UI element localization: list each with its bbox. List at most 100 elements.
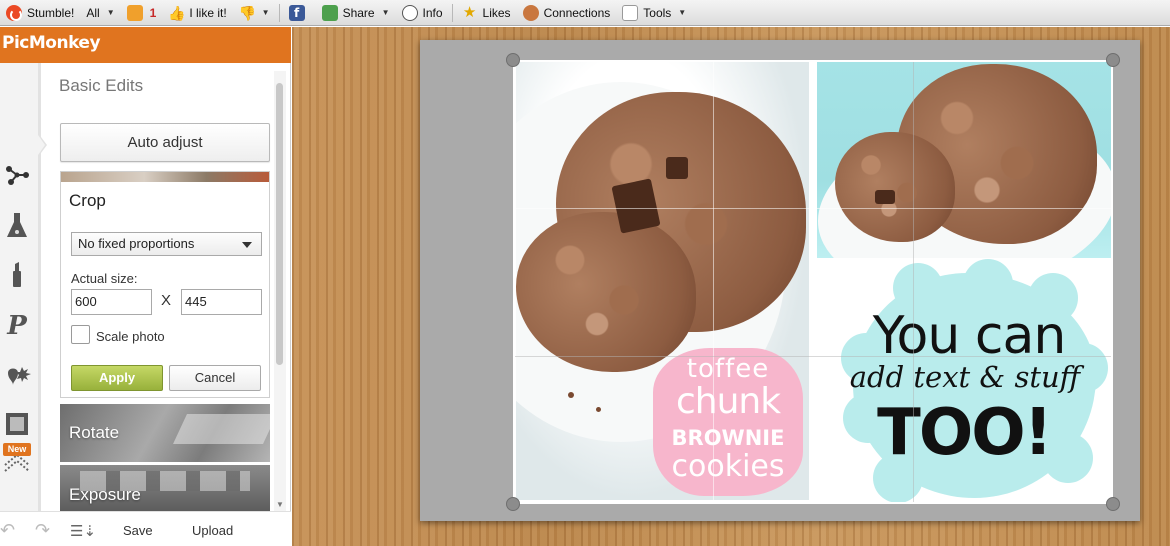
tools-icon <box>622 4 639 21</box>
scale-photo-label: Scale photo <box>96 329 165 344</box>
scallop <box>963 259 1013 309</box>
facebook-button[interactable]: f <box>283 0 316 26</box>
chevron-down-icon: ▼ <box>678 8 687 17</box>
likes-label: Likes <box>482 5 511 20</box>
rotate-label: Rotate <box>69 423 120 442</box>
section-title: Basic Edits <box>59 76 144 95</box>
proportions-value: No fixed proportions <box>78 236 195 251</box>
label-line-toffee: toffee <box>686 354 770 384</box>
redo-icon[interactable]: ↷ <box>35 520 50 541</box>
collage-cell-cookie-small[interactable] <box>817 62 1111 258</box>
connections-button[interactable]: Connections <box>517 0 617 26</box>
potion-icon[interactable] <box>4 211 30 237</box>
width-input[interactable]: 600 <box>71 289 152 315</box>
dislike-dropdown[interactable]: 👎 ▼ <box>233 0 276 26</box>
save-button[interactable]: Save <box>123 523 153 538</box>
info-button[interactable]: Info <box>396 0 449 26</box>
apply-button[interactable]: Apply <box>71 365 163 391</box>
share-icon <box>321 4 338 21</box>
crop-handle-bottom-left[interactable] <box>506 497 520 511</box>
i-like-it-label: I like it! <box>189 5 227 20</box>
label-line-chunk: chunk <box>675 381 781 422</box>
crop-handle-bottom-right[interactable] <box>1106 497 1120 511</box>
exposure-label: Exposure <box>69 485 141 504</box>
height-input[interactable]: 445 <box>181 289 262 315</box>
connections-label: Connections <box>543 5 611 20</box>
thumbs-up-icon: 👍 <box>168 4 186 21</box>
crop-grid-line <box>913 60 914 504</box>
undo-icon[interactable]: ↶ <box>0 520 15 541</box>
scroll-down-arrow-icon[interactable]: ▼ <box>276 500 284 509</box>
crop-title: Crop <box>69 191 106 210</box>
crop-grid-line <box>513 208 1113 209</box>
share-label: Share <box>342 5 375 20</box>
rail-divider <box>38 63 41 511</box>
stumble-button[interactable]: Stumble! <box>0 0 80 26</box>
crop-grid-line <box>713 60 714 504</box>
toolbar-divider <box>278 3 280 22</box>
actual-size-label: Actual size: <box>71 271 138 286</box>
overlays-icon[interactable] <box>4 363 31 389</box>
bag-count: 1 <box>149 5 157 20</box>
logo-bar: PicMonkey <box>0 27 291 63</box>
chocolate-chunk <box>666 157 688 179</box>
crop-handle-top-left[interactable] <box>506 53 520 67</box>
thumbs-down-icon: 👎 <box>238 4 257 21</box>
exposure-tile[interactable]: Exposure <box>60 465 270 511</box>
photo-collage[interactable]: toffee chunk BROWNIE cookies You can add… <box>513 60 1113 504</box>
label-line-brownie: BROWNIE <box>671 426 785 450</box>
textures-icon[interactable] <box>4 453 30 479</box>
upload-button[interactable]: Upload <box>192 523 233 538</box>
auto-adjust-button[interactable]: Auto adjust <box>60 123 270 162</box>
crop-thumbnail-strip <box>61 172 269 182</box>
rotate-tile[interactable]: Rotate <box>60 404 270 462</box>
pink-label-badge[interactable]: toffee chunk BROWNIE cookies <box>647 348 809 496</box>
facebook-icon: f <box>288 4 305 21</box>
people-icon <box>522 4 539 21</box>
editor-sidebar: PicMonkey P New Basic Edits Auto adjust … <box>0 27 291 546</box>
crop-handle-top-right[interactable] <box>1106 53 1120 67</box>
chevron-down-icon: ▼ <box>381 8 390 17</box>
share-dropdown[interactable]: Share ▼ <box>316 0 396 26</box>
browser-toolbar: Stumble! All ▼ 1 👍 I like it! 👎 ▼ f Shar… <box>0 0 1170 26</box>
chevron-down-icon: ▼ <box>106 8 115 17</box>
layers-icon[interactable]: ☰⇣ <box>70 522 96 540</box>
likes-button[interactable]: ★ Likes <box>456 0 517 26</box>
stumbleupon-icon <box>6 4 22 21</box>
crop-panel: Crop No fixed proportions Actual size: 6… <box>60 171 270 398</box>
info-label: Info <box>422 5 443 20</box>
crop-grid-line <box>513 356 1113 357</box>
stumble-label: Stumble! <box>27 5 75 20</box>
i-like-it-button[interactable]: 👍 I like it! <box>162 0 232 26</box>
bag-button[interactable]: 1 <box>121 0 163 26</box>
all-label: All <box>86 5 100 20</box>
caption-you-can[interactable]: You can <box>821 310 1113 362</box>
bag-icon <box>126 4 143 21</box>
frames-icon[interactable] <box>4 411 30 437</box>
bottom-bar: ↶ ↷ ☰⇣ Save Upload <box>0 511 291 546</box>
proportions-select[interactable]: No fixed proportions <box>71 232 262 256</box>
caption-add-text[interactable]: add text & stuff <box>815 363 1113 392</box>
chevron-down-icon: ▼ <box>261 8 270 17</box>
text-p-icon[interactable]: P <box>4 313 30 339</box>
toolbar-divider <box>451 3 453 22</box>
lipstick-icon[interactable] <box>4 261 30 287</box>
effects-icon[interactable] <box>4 161 30 187</box>
star-icon: ★ <box>462 3 477 21</box>
size-separator: X <box>161 292 172 309</box>
caption-too[interactable]: TOO! <box>819 401 1109 465</box>
speech-bubble-icon <box>401 4 418 21</box>
tools-label: Tools <box>643 5 672 20</box>
active-tool-pointer-inner <box>38 135 45 155</box>
picmonkey-logo[interactable]: PicMonkey <box>2 33 101 53</box>
chevron-down-icon <box>242 242 252 248</box>
new-badge: New <box>3 443 31 456</box>
chocolate-chunk <box>875 190 895 204</box>
scrollbar-thumb[interactable] <box>276 83 283 365</box>
crumb <box>568 392 574 398</box>
all-dropdown[interactable]: All ▼ <box>80 0 120 26</box>
scale-photo-checkbox[interactable] <box>71 325 90 344</box>
tools-dropdown[interactable]: Tools ▼ <box>616 0 692 26</box>
cancel-button[interactable]: Cancel <box>169 365 261 391</box>
label-line-cookies: cookies <box>671 449 785 484</box>
